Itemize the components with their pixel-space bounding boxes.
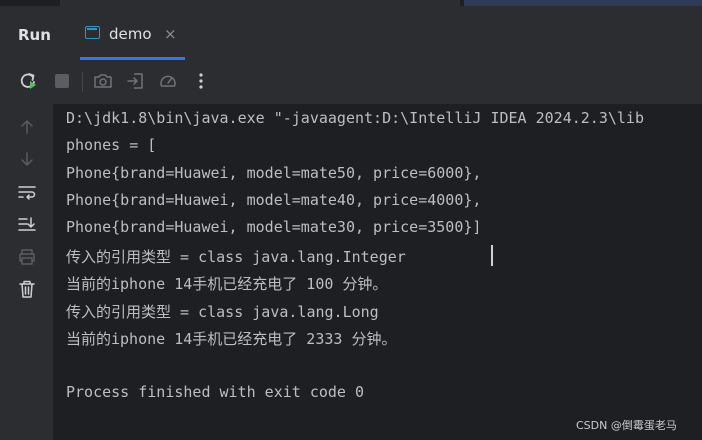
console-line: Phone{brand=Huawei, model=mate30, price=… (66, 218, 482, 236)
previous-occurrence-button[interactable] (16, 116, 38, 138)
run-toolbar (0, 60, 702, 104)
tool-window-title: Run (18, 26, 51, 44)
scroll-to-end-button[interactable] (16, 213, 38, 235)
console-side-toolbar (0, 104, 53, 440)
rerun-button[interactable] (17, 70, 39, 92)
console-line-exit-status: Process finished with exit code 0 (66, 383, 365, 401)
console-line: 当前的iphone 14手机已经充电了 100 分钟。 (66, 275, 388, 293)
next-occurrence-button[interactable] (16, 148, 38, 170)
export-button[interactable] (125, 70, 147, 92)
print-icon (19, 249, 35, 265)
more-vertical-icon (199, 73, 203, 89)
console-line: Phone{brand=Huawei, model=mate40, price=… (66, 191, 482, 209)
console-line: 当前的iphone 14手机已经充电了 2333 分钟。 (66, 330, 397, 348)
arrow-up-icon (21, 120, 33, 134)
scroll-to-end-icon (18, 217, 36, 231)
print-button[interactable] (16, 246, 38, 268)
dump-threads-button[interactable] (92, 70, 114, 92)
more-options-button[interactable] (190, 70, 212, 92)
arrow-down-icon (21, 152, 33, 166)
export-icon (127, 73, 143, 89)
console-icon (85, 26, 100, 39)
stop-icon (55, 74, 69, 88)
text-caret (491, 245, 493, 266)
gauge-icon (160, 75, 176, 87)
soft-wrap-button[interactable] (16, 181, 38, 203)
soft-wrap-icon (18, 186, 36, 200)
console-line: 传入的引用类型 = class java.lang.Integer (66, 248, 406, 266)
watermark: CSDN @倒霉蛋老马 (576, 419, 677, 432)
clear-all-button[interactable] (16, 278, 38, 300)
camera-icon (94, 74, 112, 88)
profiler-button[interactable] (157, 70, 179, 92)
stop-button[interactable] (51, 70, 73, 92)
console-line-command: D:\jdk1.8\bin\java.exe "-javaagent:D:\In… (66, 109, 644, 127)
toolbar-separator (82, 72, 83, 92)
tab-demo[interactable]: demo × (70, 6, 190, 60)
tab-label: demo (109, 25, 152, 43)
console-line: 传入的引用类型 = class java.lang.Long (66, 303, 379, 321)
console-output[interactable]: D:\jdk1.8\bin\java.exe "-javaagent:D:\In… (53, 104, 702, 440)
console-line: Phone{brand=Huawei, model=mate50, price=… (66, 164, 482, 182)
rerun-icon (20, 73, 36, 89)
trash-icon (19, 280, 35, 298)
run-tool-window-header: Run demo × (0, 6, 702, 60)
close-icon[interactable]: × (164, 25, 177, 43)
console-line: phones = [ (66, 136, 157, 154)
